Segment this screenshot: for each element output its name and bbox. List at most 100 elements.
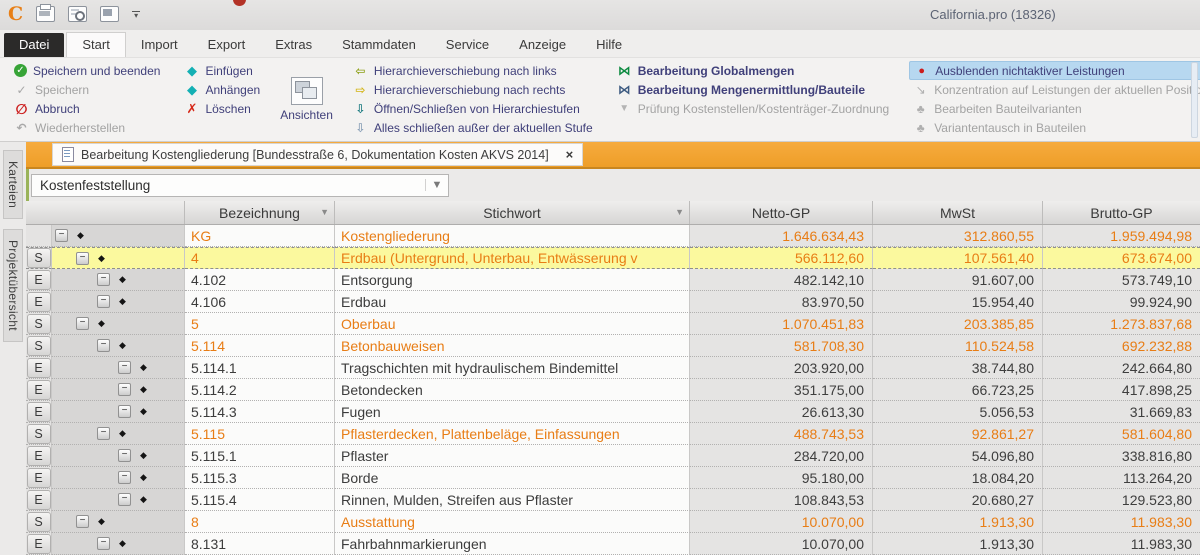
- table-row[interactable]: E−◆5.115.3Borde95.180,0018.084,20113.264…: [26, 467, 1200, 489]
- brutto-gp-cell: 417.898,25: [1043, 379, 1200, 401]
- ribbon-item[interactable]: ⇨Hierarchieverschiebung nach rechts: [349, 80, 597, 99]
- ribbon-item[interactable]: ●Ausblenden nichtaktiver Leistungen: [909, 61, 1200, 80]
- row-type-button[interactable]: E: [27, 358, 51, 378]
- sidebar-tab-projektuebersicht[interactable]: Projektübersicht: [3, 229, 23, 342]
- ribbon-item[interactable]: ✓Speichern und beenden: [10, 61, 164, 80]
- ribbon-item[interactable]: ∅Abbruch: [10, 99, 164, 118]
- collapse-minus-icon[interactable]: −: [97, 537, 110, 550]
- brutto-gp-cell: 673.674,00: [1043, 247, 1200, 269]
- collapse-minus-icon[interactable]: −: [118, 361, 131, 374]
- row-type-button[interactable]: E: [27, 270, 51, 290]
- mwst-cell: 18.084,20: [873, 467, 1043, 489]
- collapse-minus-icon[interactable]: −: [55, 229, 68, 242]
- ribbon-item: ↶Wiederherstellen: [10, 118, 164, 137]
- row-type-button[interactable]: S: [27, 512, 51, 532]
- row-type-button[interactable]: E: [27, 534, 51, 554]
- customize-toolbar-caret-icon[interactable]: ▾: [132, 11, 140, 18]
- filter-arrow-icon[interactable]: ▼: [320, 207, 329, 217]
- row-type-button[interactable]: S: [27, 336, 51, 356]
- row-type-button[interactable]: S: [27, 248, 51, 268]
- collapse-minus-icon[interactable]: −: [97, 427, 110, 440]
- kostenfeststellung-combobox[interactable]: Kostenfeststellung ▼: [31, 174, 449, 197]
- table-row[interactable]: S−◆5.115Pflasterdecken, Plattenbeläge, E…: [26, 423, 1200, 445]
- collapse-minus-icon[interactable]: −: [118, 405, 131, 418]
- collapse-minus-icon[interactable]: −: [76, 515, 89, 528]
- ribbon-item[interactable]: ⇦Hierarchieverschiebung nach links: [349, 61, 597, 80]
- netto-gp-cell: 581.708,30: [690, 335, 873, 357]
- menu-tab-extras[interactable]: Extras: [260, 33, 327, 57]
- header-label: Netto-GP: [752, 205, 810, 221]
- mwst-cell: 92.861,27: [873, 423, 1043, 445]
- table-row[interactable]: E−◆4.102Entsorgung482.142,1091.607,00573…: [26, 269, 1200, 291]
- filter-arrow-icon[interactable]: ▼: [675, 207, 684, 217]
- table-row[interactable]: S−◆5.114Betonbauweisen581.708,30110.524,…: [26, 335, 1200, 357]
- document-tab[interactable]: Bearbeitung Kostengliederung [Bundesstra…: [52, 143, 583, 166]
- ribbon-item[interactable]: ⋈Bearbeitung Globalmengen: [613, 61, 894, 80]
- menu-tab-start[interactable]: Start: [66, 32, 125, 57]
- print-icon[interactable]: [36, 6, 55, 22]
- collapse-minus-icon[interactable]: −: [118, 471, 131, 484]
- table-row[interactable]: S−◆4Erdbau (Untergrund, Unterbau, Entwäs…: [26, 247, 1200, 269]
- menu-tab-datei[interactable]: Datei: [4, 33, 64, 57]
- close-icon[interactable]: ×: [566, 147, 574, 162]
- menu-tab-export[interactable]: Export: [193, 33, 261, 57]
- table-row[interactable]: S−◆5Oberbau1.070.451,83203.385,851.273.8…: [26, 313, 1200, 335]
- table-row[interactable]: E−◆8.131Fahrbahnmarkierungen10.070,001.9…: [26, 533, 1200, 555]
- row-type-button[interactable]: E: [27, 292, 51, 312]
- row-type-button[interactable]: E: [27, 446, 51, 466]
- menu-tab-service[interactable]: Service: [431, 33, 504, 57]
- collapse-minus-icon[interactable]: −: [118, 493, 131, 506]
- table-row[interactable]: E−◆4.106Erdbau83.970,5015.954,4099.924,9…: [26, 291, 1200, 313]
- ribbon-item[interactable]: ✗Löschen: [180, 99, 264, 118]
- header-netto-gp[interactable]: Netto-GP: [690, 201, 873, 224]
- collapse-minus-icon[interactable]: −: [118, 449, 131, 462]
- header-stichwort[interactable]: Stichwort ▼: [335, 201, 690, 224]
- row-type-button[interactable]: S: [27, 314, 51, 334]
- header-brutto-gp[interactable]: Brutto-GP: [1043, 201, 1200, 224]
- menu-tab-stammdaten[interactable]: Stammdaten: [327, 33, 431, 57]
- node-diamond-icon: ◆: [140, 450, 147, 461]
- ribbon-item[interactable]: ⇩Öffnen/Schließen von Hierarchiestufen: [349, 99, 597, 118]
- collapse-minus-icon[interactable]: −: [97, 295, 110, 308]
- header-bezeichnung[interactable]: Bezeichnung ▼: [185, 201, 335, 224]
- netto-gp-cell: 566.112,60: [690, 247, 873, 269]
- table-row[interactable]: E−◆5.114.2Betondecken351.175,0066.723,25…: [26, 379, 1200, 401]
- sidebar-tab-karteien[interactable]: Karteien: [3, 150, 23, 219]
- print-preview-icon[interactable]: [68, 6, 87, 22]
- ribbon-item-label: Einfügen: [205, 64, 252, 78]
- collapse-minus-icon[interactable]: −: [76, 317, 89, 330]
- table-row[interactable]: E−◆5.115.4Rinnen, Mulden, Streifen aus P…: [26, 489, 1200, 511]
- row-type-button[interactable]: E: [27, 402, 51, 422]
- ribbon-item[interactable]: ◆Anhängen: [180, 80, 264, 99]
- header-mwst[interactable]: MwSt: [873, 201, 1043, 224]
- ribbon-item[interactable]: ◆Einfügen: [180, 61, 264, 80]
- ribbon-item[interactable]: ⇩Alles schließen außer der aktuellen Stu…: [349, 118, 597, 137]
- menu-tab-import[interactable]: Import: [126, 33, 193, 57]
- table-row[interactable]: E−◆5.114.1Tragschichten mit hydraulische…: [26, 357, 1200, 379]
- table-row[interactable]: −◆KGKostengliederung1.646.634,43312.860,…: [26, 225, 1200, 247]
- collapse-minus-icon[interactable]: −: [118, 383, 131, 396]
- mwst-cell: 91.607,00: [873, 269, 1043, 291]
- ribbon-scrollbar[interactable]: [1191, 62, 1198, 138]
- left-sidebar: Karteien Projektübersicht: [0, 142, 26, 555]
- diamond-teal-icon: ◆: [184, 83, 199, 97]
- row-type-button[interactable]: S: [27, 424, 51, 444]
- row-type-button[interactable]: E: [27, 380, 51, 400]
- arrow-right-yellow-icon: ⇨: [353, 83, 368, 97]
- mwst-cell: 38.744,80: [873, 357, 1043, 379]
- collapse-minus-icon[interactable]: −: [97, 273, 110, 286]
- table-row[interactable]: E−◆5.114.3Fugen26.613,305.056,5331.669,8…: [26, 401, 1200, 423]
- menu-tab-hilfe[interactable]: Hilfe: [581, 33, 637, 57]
- ansichten-button[interactable]: Ansichten: [274, 60, 339, 139]
- collapse-minus-icon[interactable]: −: [97, 339, 110, 352]
- ribbon-item[interactable]: ⋈Bearbeitung Mengenermittlung/Bauteile: [613, 80, 894, 99]
- menu-tab-anzeige[interactable]: Anzeige: [504, 33, 581, 57]
- table-row[interactable]: E−◆5.115.1Pflaster284.720,0054.096,80338…: [26, 445, 1200, 467]
- node-diamond-icon: ◆: [77, 230, 84, 241]
- image-view-icon[interactable]: [100, 6, 119, 22]
- row-type-button[interactable]: E: [27, 468, 51, 488]
- chevron-down-icon[interactable]: ▼: [425, 179, 448, 191]
- table-row[interactable]: S−◆8Ausstattung10.070,001.913,3011.983,3…: [26, 511, 1200, 533]
- row-type-button[interactable]: E: [27, 490, 51, 510]
- collapse-minus-icon[interactable]: −: [76, 252, 89, 265]
